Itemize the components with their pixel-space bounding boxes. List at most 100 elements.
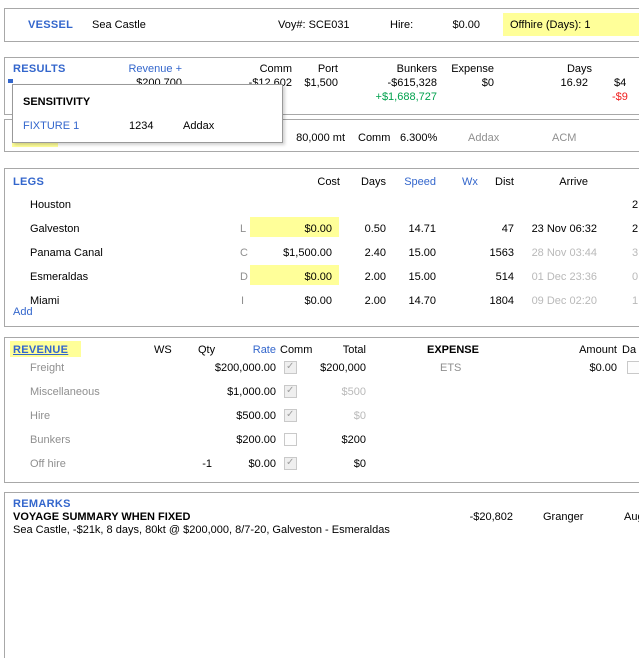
remarks-body[interactable]: Sea Castle, -$21k, 8 days, 80kt @ $200,0…	[13, 524, 390, 536]
remarks-label[interactable]: REMARKS	[13, 498, 71, 510]
sensitivity-popup: SENSITIVITY FIXTURE 1 1234 Addax	[12, 84, 283, 143]
revenue-total-value: $200	[286, 434, 366, 446]
remarks-title: VOYAGE SUMMARY WHEN FIXED	[13, 511, 190, 523]
revenue-header-rate[interactable]: Rate	[236, 344, 276, 356]
revenue-total-value: $200,000	[286, 362, 366, 374]
results-clipped-value: $4	[614, 77, 626, 89]
vessel-label[interactable]: VESSEL	[28, 19, 73, 31]
revenue-row-name: Off hire	[30, 458, 66, 470]
leg-arrive-value: 09 Dec 02:20	[517, 295, 597, 307]
voyage-estimate-screen: VESSEL Sea Castle Voy#: SCE031 Hire: $0.…	[0, 0, 639, 658]
expense-header-clipped: Da	[622, 344, 636, 356]
revenue-rate-value[interactable]: $1,000.00	[186, 386, 276, 398]
cargo-charterer[interactable]: Addax	[468, 132, 499, 144]
leg-speed-value[interactable]: 14.71	[391, 223, 436, 235]
leg-days-value: 2.40	[346, 247, 386, 259]
revenue-rate-value[interactable]: $200,000.00	[186, 362, 276, 374]
leg-row-type: D	[240, 271, 248, 283]
revenue-rate-value[interactable]: $200.00	[186, 434, 276, 446]
hire-label: Hire:	[390, 19, 413, 31]
leg-dist-value: 1804	[469, 295, 514, 307]
leg-row-clipped: 3	[632, 247, 638, 259]
leg-row-clipped: 1	[632, 295, 638, 307]
leg-dist-value: 47	[469, 223, 514, 235]
expense-label[interactable]: EXPENSE	[427, 344, 479, 356]
leg-arrive-value: 23 Nov 06:32	[517, 223, 597, 235]
revenue-header-qty: Qty	[198, 344, 215, 356]
revenue-rate-value[interactable]: $0.00	[186, 458, 276, 470]
expense-amount-value[interactable]: $0.00	[567, 362, 617, 374]
add-leg-link[interactable]: Add	[13, 306, 33, 318]
legs-header-cost: Cost	[280, 176, 340, 188]
cargo-broker[interactable]: ACM	[552, 132, 576, 144]
leg-row-clipped: 2	[632, 199, 638, 211]
leg-days-value: 2.00	[346, 271, 386, 283]
legs-header-arrive: Arrive	[528, 176, 588, 188]
cargo-quantity[interactable]: 80,000 mt	[275, 132, 345, 144]
results-label[interactable]: RESULTS	[13, 63, 66, 75]
hire-value[interactable]: $0.00	[420, 19, 480, 31]
leg-days-value: 0.50	[346, 223, 386, 235]
leg-row-name[interactable]: Houston	[30, 199, 71, 211]
revenue-total-value: $0	[286, 410, 366, 422]
revenue-rate-value[interactable]: $500.00	[186, 410, 276, 422]
leg-cost-value[interactable]: $0.00	[262, 223, 332, 235]
results-header-expense: Expense	[424, 63, 494, 75]
fixture-party: Addax	[183, 120, 214, 132]
revenue-header-total: Total	[316, 344, 366, 356]
results-expense-value: $0	[454, 77, 494, 89]
leg-speed-value[interactable]: 14.70	[391, 295, 436, 307]
leg-row-clipped: 2	[632, 223, 638, 235]
expense-header-amount: Amount	[557, 344, 617, 356]
expense-row-name: ETS	[440, 362, 461, 374]
offhire-value[interactable]: Offhire (Days): 1	[510, 19, 591, 31]
results-clipped-value-2: -$9	[612, 91, 628, 103]
leg-row-name[interactable]: Panama Canal	[30, 247, 103, 259]
leg-row-name[interactable]: Galveston	[30, 223, 80, 235]
remarks-author: Granger	[543, 511, 583, 523]
leg-row-name[interactable]: Esmeraldas	[30, 271, 88, 283]
leg-row-type: L	[240, 223, 246, 235]
legs-header-speed[interactable]: Speed	[386, 176, 436, 188]
leg-row-name[interactable]: Miami	[30, 295, 59, 307]
voyage-number: Voy#: SCE031	[278, 19, 350, 31]
remarks-date-clipped: Aug	[624, 511, 639, 523]
leg-dist-value: 514	[469, 271, 514, 283]
legs-header-dist: Dist	[464, 176, 514, 188]
revenue-total-value: $0	[286, 458, 366, 470]
legs-label[interactable]: LEGS	[13, 176, 44, 188]
results-header-days: Days	[532, 63, 592, 75]
leg-arrive-value: 28 Nov 03:44	[517, 247, 597, 259]
revenue-row-name: Bunkers	[30, 434, 70, 446]
sensitivity-title: SENSITIVITY	[23, 96, 90, 108]
revenue-header-comm: Comm	[280, 344, 312, 356]
results-bunkers-value: -$615,328	[357, 77, 437, 89]
leg-cost-value[interactable]: $1,500.00	[262, 247, 332, 259]
fixture-link[interactable]: FIXTURE 1	[23, 120, 79, 132]
revenue-total-value: $500	[286, 386, 366, 398]
leg-row-type: C	[240, 247, 248, 259]
revenue-row-name: Hire	[30, 410, 50, 422]
results-clipped-link-fragment	[8, 79, 13, 83]
results-port-value: $1,500	[278, 77, 338, 89]
vessel-name[interactable]: Sea Castle	[92, 19, 146, 31]
results-header-revenue[interactable]: Revenue +	[102, 63, 182, 75]
revenue-label[interactable]: REVENUE	[13, 344, 68, 356]
leg-speed-value[interactable]: 15.00	[391, 271, 436, 283]
leg-cost-value[interactable]: $0.00	[262, 295, 332, 307]
leg-days-value: 2.00	[346, 295, 386, 307]
results-bunkers-gain-value: +$1,688,727	[347, 91, 437, 103]
cargo-comm-label: Comm	[358, 132, 390, 144]
expense-checkbox[interactable]	[627, 361, 639, 374]
cargo-comm-value[interactable]: 6.300%	[400, 132, 437, 144]
legs-header-days: Days	[336, 176, 386, 188]
revenue-header-ws: WS	[154, 344, 172, 356]
leg-row-clipped: 0	[632, 271, 638, 283]
results-days-value: 16.92	[538, 77, 588, 89]
leg-row-type: I	[241, 295, 244, 307]
leg-arrive-value: 01 Dec 23:36	[517, 271, 597, 283]
results-header-port: Port	[278, 63, 338, 75]
leg-cost-value[interactable]: $0.00	[262, 271, 332, 283]
leg-speed-value[interactable]: 15.00	[391, 247, 436, 259]
leg-dist-value: 1563	[469, 247, 514, 259]
